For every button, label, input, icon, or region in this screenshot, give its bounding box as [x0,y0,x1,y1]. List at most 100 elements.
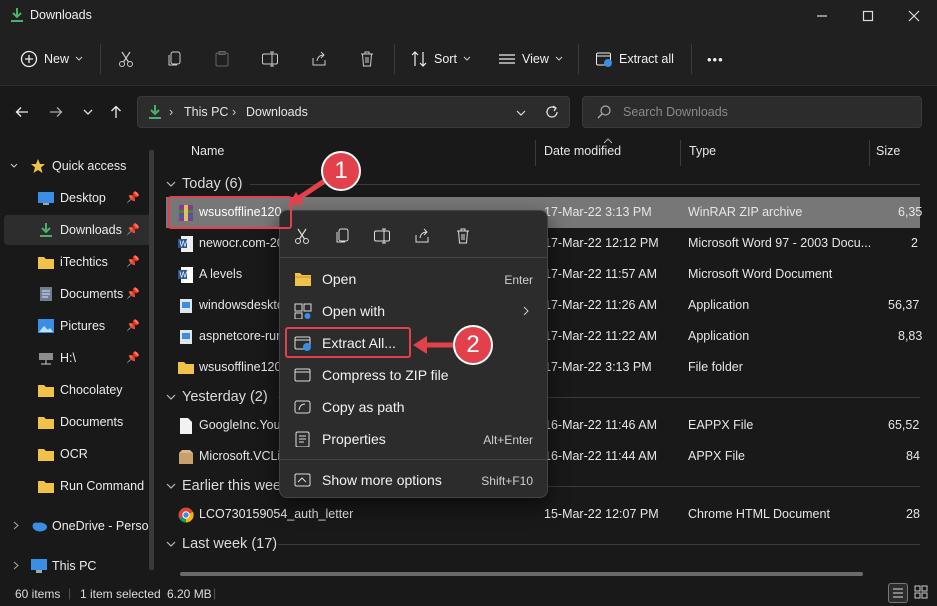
sidebar-item-ocr[interactable]: OCR [4,439,154,469]
highlight-box-file [168,196,292,229]
menu-item-compress[interactable]: Compress to ZIP file [286,360,543,390]
chevron-right-icon[interactable] [13,521,19,530]
close-button[interactable] [891,0,937,32]
tiles-view-button[interactable] [912,583,932,603]
column-header-size[interactable]: Size [876,144,900,164]
menu-label: Copy as path [322,399,405,415]
breadcrumb-downloads[interactable]: Downloads [246,105,308,119]
table-row[interactable]: LCO730159054_auth_letter 15-Mar-22 12:07… [166,499,920,530]
delete-button[interactable] [358,44,376,74]
minimize-icon [817,15,827,17]
breadcrumb-chevron-icon: › [169,105,174,119]
group-label: Today (6) [182,176,243,192]
desktop-icon [38,192,54,205]
recent-locations-button[interactable] [77,100,99,124]
cut-icon[interactable] [293,227,311,245]
sidebar-item-pictures[interactable]: Pictures 📌 [4,311,154,341]
group-header-yesterday[interactable]: Yesterday (2) [166,386,920,408]
sidebar-this-pc[interactable]: This PC [4,551,154,581]
file-name: GoogleInc.YouT [199,418,289,432]
column-divider[interactable] [535,140,536,166]
chevron-right-icon[interactable] [13,561,19,570]
column-divider[interactable] [680,140,681,166]
menu-item-open[interactable]: Open Enter [286,264,543,294]
extract-all-button[interactable]: Extract all [595,44,674,74]
group-header-today[interactable]: Today (6) [166,173,920,195]
breadcrumb-this-pc[interactable]: This PC [184,105,228,119]
sort-button[interactable]: Sort [410,44,471,74]
sidebar-item-downloads[interactable]: Downloads 📌 [4,215,154,245]
search-box[interactable] [582,96,922,128]
sidebar-item-run-command[interactable]: Run Command [4,471,154,501]
column-header-type[interactable]: Type [689,144,716,164]
group-header-last-week[interactable]: Last week (17) [166,533,920,555]
svg-text:W: W [180,240,188,249]
chevron-down-icon[interactable] [10,161,18,171]
title-bar [0,0,937,32]
sidebar-item-desktop[interactable]: Desktop 📌 [4,183,154,213]
maximize-button[interactable] [845,0,891,32]
address-bar[interactable]: › This PC › Downloads [137,96,570,128]
sidebar-item-label: OCR [60,447,88,461]
paste-button[interactable] [213,44,231,74]
chevron-down-icon[interactable] [516,109,526,117]
highlight-box-extract [285,327,411,358]
group-header-earlier-this-week[interactable]: Earlier this week [166,475,920,497]
sidebar-item-itechtics[interactable]: iTechtics 📌 [4,247,154,277]
arrow-up-icon [111,105,121,118]
sidebar-item-chocolatey[interactable]: Chocolatey [4,375,154,405]
refresh-icon[interactable] [544,104,560,120]
menu-item-properties[interactable]: Properties Alt+Enter [286,424,543,454]
share-icon[interactable] [413,227,431,245]
column-header-date[interactable]: Date modified [544,144,621,164]
menu-item-open-with[interactable]: Open with [286,296,543,326]
copy-path-icon [294,400,311,414]
chevron-down-icon [463,56,471,61]
share-button[interactable] [310,44,328,74]
search-input[interactable] [623,105,903,119]
file-name: windowsdeskto [199,298,284,312]
copy-button[interactable] [166,44,184,74]
pin-icon: 📌 [126,224,140,236]
menu-item-show-more-options[interactable]: Show more options Shift+F10 [286,465,543,495]
up-button[interactable] [105,100,127,124]
sidebar-item-network-drive[interactable]: H:\ 📌 [4,343,154,373]
sidebar-item-documents[interactable]: Documents 📌 [4,279,154,309]
word-docx-icon: W [178,267,193,283]
more-options-button[interactable]: ••• [707,44,724,74]
rename-button[interactable] [261,44,279,74]
trash-icon[interactable] [454,227,472,245]
sidebar-scrollbar[interactable] [149,150,154,570]
breadcrumb-chevron-icon: › [232,105,237,119]
sidebar-onedrive[interactable]: OneDrive - Perso [4,511,154,541]
new-button[interactable]: New [20,44,83,74]
toolbar-separator [578,44,579,74]
folder-icon [38,417,54,429]
copy-icon[interactable] [334,227,352,245]
details-view-button[interactable] [888,583,908,603]
file-date: 16-Mar-22 11:44 AM [544,449,658,463]
chevron-down-icon [166,181,176,187]
file-name: LCO730159054_auth_letter [199,507,354,521]
rename-icon[interactable] [373,227,391,245]
file-type: Application [688,298,750,312]
sidebar-item-label: H:\ [60,351,76,365]
menu-shortcut: Shift+F10 [481,474,533,488]
menu-shortcut: Enter [504,273,533,287]
column-divider[interactable] [869,140,870,166]
menu-label: Compress to ZIP file [322,367,449,383]
horizontal-scrollbar[interactable] [180,572,863,576]
file-type: Application [688,329,750,343]
forward-button[interactable] [45,100,67,124]
status-divider: | [68,586,72,600]
cut-button[interactable] [117,44,135,74]
menu-item-copy-path[interactable]: Copy as path [286,392,543,422]
file-date: 17-Mar-22 11:26 AM [544,298,658,312]
back-button[interactable] [11,100,33,124]
sidebar-item-documents-folder[interactable]: Documents [4,407,154,437]
view-button[interactable]: View [498,44,563,74]
open-icon [295,273,311,286]
column-header-name[interactable]: Name [191,144,224,164]
sidebar-quick-access[interactable]: Quick access [4,151,154,181]
minimize-button[interactable] [799,0,845,32]
